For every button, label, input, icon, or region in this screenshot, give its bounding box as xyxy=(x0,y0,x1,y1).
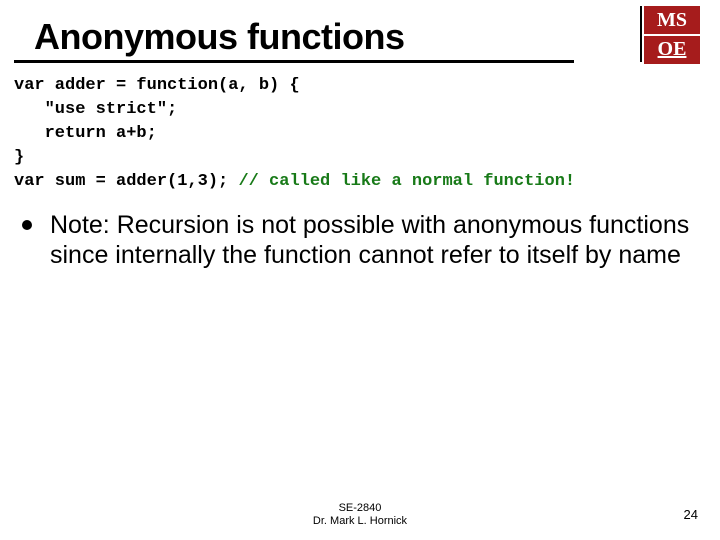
title-underline xyxy=(14,60,574,63)
slide-title: Anonymous functions xyxy=(34,16,405,58)
slide: Anonymous functions MS OE var adder = fu… xyxy=(0,0,720,540)
code-line-2: "use strict"; xyxy=(14,100,177,119)
bullet-text: Note: Recursion is not possible with ano… xyxy=(50,210,692,270)
bullet-dot-icon xyxy=(22,220,32,230)
footer-author: Dr. Mark L. Hornick xyxy=(0,515,720,528)
code-line-3: return a+b; xyxy=(14,124,157,143)
logo-divider xyxy=(640,6,642,62)
logo-top-text: MS xyxy=(644,6,700,36)
msoe-logo: MS OE xyxy=(644,6,700,62)
code-line-4: } xyxy=(14,148,24,167)
code-line-1: var adder = function(a, b) { xyxy=(14,76,300,95)
code-line-5a: var sum = adder(1,3); xyxy=(14,172,238,191)
footer-course: SE-2840 xyxy=(0,502,720,515)
code-block: var adder = function(a, b) { "use strict… xyxy=(14,74,575,194)
bullet-item: Note: Recursion is not possible with ano… xyxy=(22,210,692,270)
slide-footer: SE-2840 Dr. Mark L. Hornick xyxy=(0,502,720,528)
page-number: 24 xyxy=(684,507,698,522)
logo-bottom-text: OE xyxy=(644,36,700,64)
code-comment: // called like a normal function! xyxy=(238,172,575,191)
